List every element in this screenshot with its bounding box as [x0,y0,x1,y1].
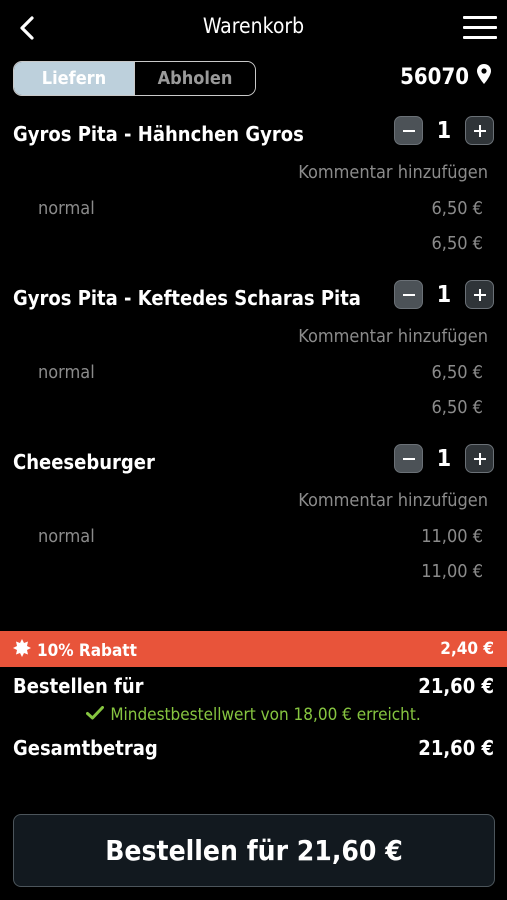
item-name: Cheeseburger [13,450,155,474]
location-pin-icon [477,64,491,90]
discount-label-group: 10% Rabatt [13,639,137,662]
plus-icon [473,452,486,465]
quantity-value: 1 [436,281,452,308]
increase-quantity-button[interactable] [465,116,494,145]
decrease-quantity-button[interactable] [394,116,423,145]
tab-pickup[interactable]: Abholen [134,62,255,95]
variant-price: 6,50 € [431,362,484,383]
total-value: 21,60 € [418,736,494,760]
delivery-mode-toggle: Liefern Abholen [13,61,256,96]
add-comment-link[interactable]: Kommentar hinzufügen [298,490,488,511]
order-for-label: Bestellen für [13,674,144,698]
increase-quantity-button[interactable] [465,444,494,473]
total-label: Gesamtbetrag [13,736,158,760]
decrease-quantity-button[interactable] [394,280,423,309]
quantity-stepper: 1 [394,444,494,473]
discount-label: 10% Rabatt [37,640,137,661]
quantity-value: 1 [436,117,452,144]
quantity-stepper: 1 [394,280,494,309]
checkmark-icon [86,705,105,725]
min-order-message: Mindestbestellwert von 18,00 € erreicht. [110,705,421,725]
item-variant: normal [38,526,95,547]
discount-badge-icon [13,639,31,662]
item-total-price: 11,00 € [421,561,483,582]
tab-deliver[interactable]: Liefern [14,62,134,95]
quantity-value: 1 [436,445,452,472]
discount-banner: 10% Rabatt 2,40 € [0,631,507,667]
item-total-price: 6,50 € [431,233,484,254]
discount-amount: 2,40 € [440,639,494,659]
plus-icon [473,288,486,301]
variant-price: 11,00 € [421,526,483,547]
zip-code: 56070 [400,64,469,90]
plus-icon [473,124,486,137]
quantity-stepper: 1 [394,116,494,145]
variant-price: 6,50 € [431,198,484,219]
minus-icon [402,129,415,132]
page-title: Warenkorb [202,14,305,38]
increase-quantity-button[interactable] [465,280,494,309]
add-comment-link[interactable]: Kommentar hinzufügen [298,326,488,347]
decrease-quantity-button[interactable] [394,444,423,473]
minus-icon [402,293,415,296]
location-selector[interactable]: 56070 [400,64,491,90]
top-bar: Warenkorb [0,0,507,56]
add-comment-link[interactable]: Kommentar hinzufügen [298,162,488,183]
item-name: Gyros Pita - Keftedes Scharas Pita [13,286,361,310]
item-variant: normal [38,362,95,383]
minus-icon [402,457,415,460]
min-order-status: Mindestbestellwert von 18,00 € erreicht. [0,705,507,725]
item-name: Gyros Pita - Hähnchen Gyros [13,122,304,146]
order-for-value: 21,60 € [418,674,494,698]
place-order-button[interactable]: Bestellen für 21,60 € [13,814,495,887]
hamburger-menu-icon[interactable] [463,16,497,42]
item-variant: normal [38,198,95,219]
item-total-price: 6,50 € [431,397,484,418]
